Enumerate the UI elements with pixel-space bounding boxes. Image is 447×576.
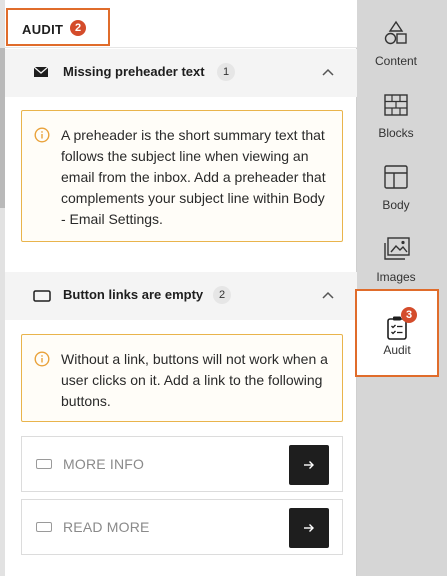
audit-tab-label: AUDIT <box>22 22 64 37</box>
info-message: Without a link, buttons will not work wh… <box>61 351 328 409</box>
issue-count-badge: 1 <box>217 63 235 81</box>
chevron-up-icon[interactable] <box>321 65 335 79</box>
empty-link-button-row: MORE INFO <box>21 436 343 492</box>
sidebar-item-label: Audit <box>383 343 411 357</box>
issue-count-badge: 2 <box>213 286 231 304</box>
go-to-button[interactable] <box>289 445 329 485</box>
section-header-missing-preheader[interactable]: Missing preheader text 1 <box>5 49 357 97</box>
preheader-info-box: A preheader is the short summary text th… <box>21 110 343 242</box>
audit-tab-badge: 2 <box>70 20 86 36</box>
info-message: A preheader is the short summary text th… <box>61 127 326 227</box>
button-outline-icon <box>36 522 52 532</box>
layout-icon <box>384 165 408 189</box>
info-icon <box>34 351 50 367</box>
button-name: READ MORE <box>63 519 150 535</box>
section-header-button-links[interactable]: Button links are empty 2 <box>5 272 357 320</box>
shapes-icon <box>384 20 407 45</box>
sidebar-item-images[interactable]: Images <box>357 226 435 298</box>
button-name: MORE INFO <box>63 456 145 472</box>
go-to-button[interactable] <box>289 508 329 548</box>
arrow-right-icon <box>304 524 314 532</box>
empty-link-button-row: READ MORE <box>21 499 343 555</box>
sidebar-item-blocks[interactable]: Blocks <box>357 82 435 154</box>
section-title: Button links are empty <box>63 287 204 302</box>
sidebar-item-label: Content <box>374 54 418 68</box>
audit-tab[interactable]: AUDIT 2 <box>6 8 110 46</box>
arrow-right-icon <box>304 461 314 469</box>
sidebar-item-body[interactable]: Body <box>357 154 435 226</box>
image-icon <box>384 237 410 260</box>
sidebar-item-content[interactable]: Content <box>357 10 435 82</box>
sidebar-item-audit[interactable]: 3 Audit <box>355 289 439 377</box>
envelope-icon <box>33 65 49 84</box>
editor-sidebar: Content Blocks Body Images 3 Audit <box>355 0 447 576</box>
section-title: Missing preheader text <box>63 64 205 79</box>
audit-panel: AUDIT 2 Missing preheader text 1 A prehe… <box>5 0 357 576</box>
bricks-icon <box>384 94 408 116</box>
info-icon <box>34 127 50 143</box>
sidebar-item-label: Blocks <box>378 126 414 140</box>
sidebar-item-label: Body <box>382 198 410 212</box>
button-outline-icon <box>36 459 52 469</box>
panel-header: AUDIT 2 <box>5 0 357 48</box>
sidebar-item-label: Images <box>376 270 416 284</box>
chevron-up-icon[interactable] <box>321 288 335 302</box>
button-links-info-box: Without a link, buttons will not work wh… <box>21 334 343 422</box>
button-outline-icon <box>33 289 51 307</box>
audit-count-badge: 3 <box>401 307 417 323</box>
